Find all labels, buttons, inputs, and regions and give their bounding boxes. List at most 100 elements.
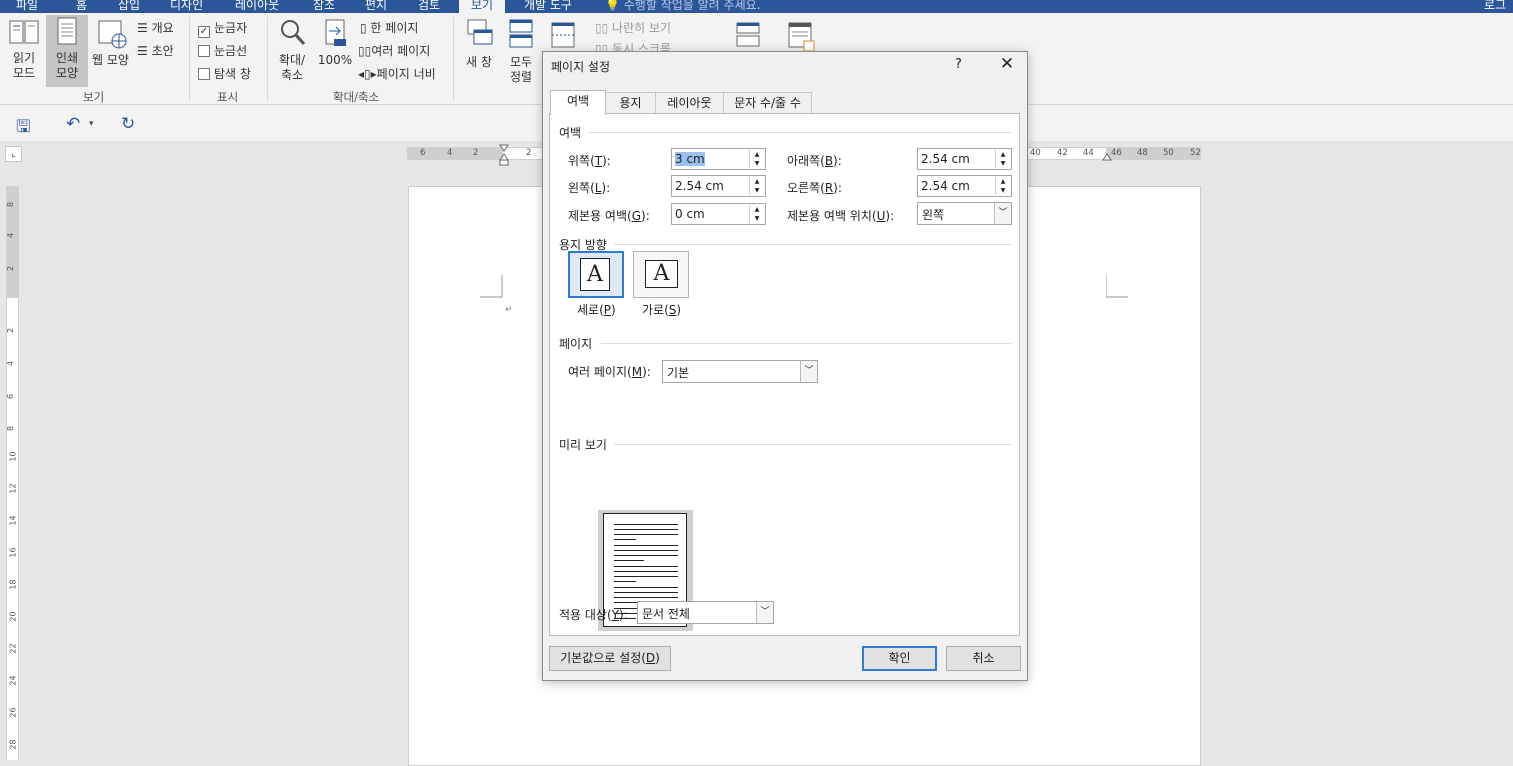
ruler-checkbox[interactable]: ✓ 눈금자: [198, 19, 247, 38]
ok-button[interactable]: 확인: [862, 646, 937, 671]
draft-button[interactable]: ☰ 초안: [137, 42, 174, 59]
one-page-button[interactable]: ▯ 한 페이지: [360, 19, 418, 36]
spin-up-icon[interactable]: ▲: [996, 150, 1010, 159]
ribbon-tab-bar: 파일 홈 삽입 디자인 레이아웃 참조 편지 검토 보기 개발 도구 💡 수행할…: [0, 0, 1513, 13]
spin-up-icon[interactable]: ▲: [750, 150, 764, 159]
ruler-tick-label: 6: [6, 393, 16, 400]
right-margin-field[interactable]: 2.54 cm ▲ ▼: [917, 175, 1012, 197]
chevron-down-icon[interactable]: ﹀: [800, 361, 817, 382]
zoom-100-button[interactable]: 100%: [315, 17, 355, 77]
spin-down-icon[interactable]: ▼: [996, 159, 1010, 168]
tab-mailings[interactable]: 편지: [365, 0, 387, 13]
spin-down-icon[interactable]: ▼: [750, 159, 764, 168]
landscape-icon: A: [645, 260, 678, 288]
apply-to-label: 적용 대상(Y):: [559, 608, 628, 622]
ruler-tick-label: 52: [1190, 148, 1201, 158]
spin-up-icon[interactable]: ▲: [750, 177, 764, 186]
web-layout-button[interactable]: 웹 모양: [88, 17, 133, 77]
spin-up-icon[interactable]: ▲: [996, 177, 1010, 186]
bottom-margin-label: 아래쪽(B):: [787, 154, 842, 168]
arrange-all-button[interactable]: 모두 정렬: [502, 17, 540, 89]
ruler-tick-label: 50: [1163, 148, 1174, 158]
ruler-tick-label: 8: [6, 425, 16, 432]
landscape-option[interactable]: A: [633, 251, 689, 298]
ruler-tick-label: 8: [6, 201, 16, 208]
vertical-ruler[interactable]: 8 4 2 2 4 6 8 10 12 14 16 18 20 22 24 26…: [6, 186, 19, 760]
read-mode-button[interactable]: 읽기 모드: [4, 17, 44, 87]
undo-dropdown-icon[interactable]: ▾: [89, 119, 94, 129]
gutter-field[interactable]: 0 cm ▲ ▼: [671, 203, 766, 225]
ruler-tick-label: 12: [8, 483, 18, 494]
help-button[interactable]: ?: [955, 57, 962, 72]
bottom-margin-field[interactable]: 2.54 cm ▲ ▼: [917, 148, 1012, 170]
spin-down-icon[interactable]: ▼: [996, 186, 1010, 195]
page-width-button[interactable]: ◂▯▸페이지 너비: [358, 65, 436, 82]
outline-icon: ☰: [137, 21, 152, 35]
zoom-button[interactable]: 확대/ 축소: [272, 17, 312, 87]
tab-insert[interactable]: 삽입: [118, 0, 140, 13]
multiple-pages-icon: ▯▯: [358, 44, 372, 58]
close-icon[interactable]: ✕: [995, 54, 1019, 74]
nav-pane-checkbox[interactable]: 탐색 창: [198, 65, 251, 82]
group-separator: [267, 17, 268, 101]
group-views-label: 보기: [83, 90, 105, 104]
spin-up-icon[interactable]: ▲: [750, 205, 764, 214]
chevron-down-icon[interactable]: ﹀: [994, 203, 1011, 224]
top-margin-field[interactable]: 3 cm ▲ ▼: [671, 148, 766, 170]
tab-design[interactable]: 디자인: [170, 0, 203, 13]
redo-icon[interactable]: ↻: [121, 114, 135, 134]
read-mode-icon: [9, 20, 39, 44]
new-window-icon: [467, 19, 493, 45]
undo-icon[interactable]: ↶: [66, 114, 80, 134]
tab-home[interactable]: 홈: [76, 0, 87, 13]
portrait-option[interactable]: A: [568, 251, 624, 298]
left-margin-field[interactable]: 2.54 cm ▲ ▼: [671, 175, 766, 197]
lightbulb-icon: 💡: [605, 0, 624, 12]
multiple-pages-button[interactable]: ▯▯여러 페이지: [358, 42, 430, 59]
tab-paper[interactable]: 용지: [605, 92, 656, 114]
page-setup-dialog: 페이지 설정 ? ✕ 여백 용지 레이아웃 문자 수/줄 수 여백 위쪽(T):…: [542, 51, 1028, 681]
indent-marker-icon[interactable]: [499, 144, 509, 166]
zoom-100-icon: [325, 19, 346, 46]
gutter-position-select[interactable]: 왼쪽 ﹀: [917, 202, 1012, 225]
ruler-tick-label: 2: [526, 148, 532, 158]
ruler-tick-label: 2: [473, 148, 479, 158]
ruler-tick-label: 10: [8, 451, 18, 462]
draft-icon: ☰: [137, 44, 152, 58]
arrange-all-icon: [509, 19, 533, 48]
ruler-tick-label: 6: [420, 148, 426, 158]
tab-references[interactable]: 참조: [313, 0, 335, 13]
group-separator: [453, 17, 454, 101]
right-indent-marker-icon[interactable]: [1102, 152, 1112, 162]
save-icon[interactable]: 🖫: [16, 114, 30, 143]
tab-view[interactable]: 보기: [459, 0, 506, 13]
apply-to-select[interactable]: 문서 전체 ﹀: [637, 601, 774, 624]
gridlines-checkbox[interactable]: 눈금선: [198, 42, 247, 59]
tab-selector[interactable]: ⌞: [5, 146, 22, 162]
cancel-button[interactable]: 취소: [946, 646, 1021, 671]
tab-developer[interactable]: 개발 도구: [524, 0, 572, 13]
new-window-button[interactable]: 새 창: [459, 17, 499, 77]
tab-layout[interactable]: 레이아웃: [655, 92, 724, 114]
tab-layout[interactable]: 레이아웃: [235, 0, 279, 13]
outline-button[interactable]: ☰ 개요: [137, 19, 174, 36]
side-by-side-button[interactable]: ▯▯ 나란히 보기: [595, 19, 671, 36]
tab-review[interactable]: 검토: [418, 0, 440, 13]
macros-icon: [788, 22, 815, 52]
multiple-pages-select[interactable]: 기본 ﹀: [662, 360, 818, 383]
gutter-position-label: 제본용 여백 위치(U):: [787, 209, 895, 223]
chevron-down-icon[interactable]: ﹀: [756, 602, 773, 623]
ruler-tick-label: 2: [6, 327, 16, 334]
set-default-button[interactable]: 기본값으로 설정(D): [549, 646, 671, 671]
ruler-tick-label: 22: [8, 643, 18, 654]
ruler-tick-label: 48: [1137, 148, 1148, 158]
spin-down-icon[interactable]: ▼: [750, 186, 764, 195]
tab-file[interactable]: 파일: [16, 0, 38, 13]
signin-link[interactable]: 로그: [1484, 0, 1506, 13]
tab-margins[interactable]: 여백: [550, 90, 606, 115]
spin-down-icon[interactable]: ▼: [750, 214, 764, 223]
tab-document-grid[interactable]: 문자 수/줄 수: [723, 92, 812, 114]
tell-me-box[interactable]: 💡 수행할 작업을 알려 주세요.: [605, 0, 760, 13]
print-layout-button[interactable]: 인쇄 모양: [46, 15, 88, 87]
dialog-title: 페이지 설정: [551, 60, 611, 74]
